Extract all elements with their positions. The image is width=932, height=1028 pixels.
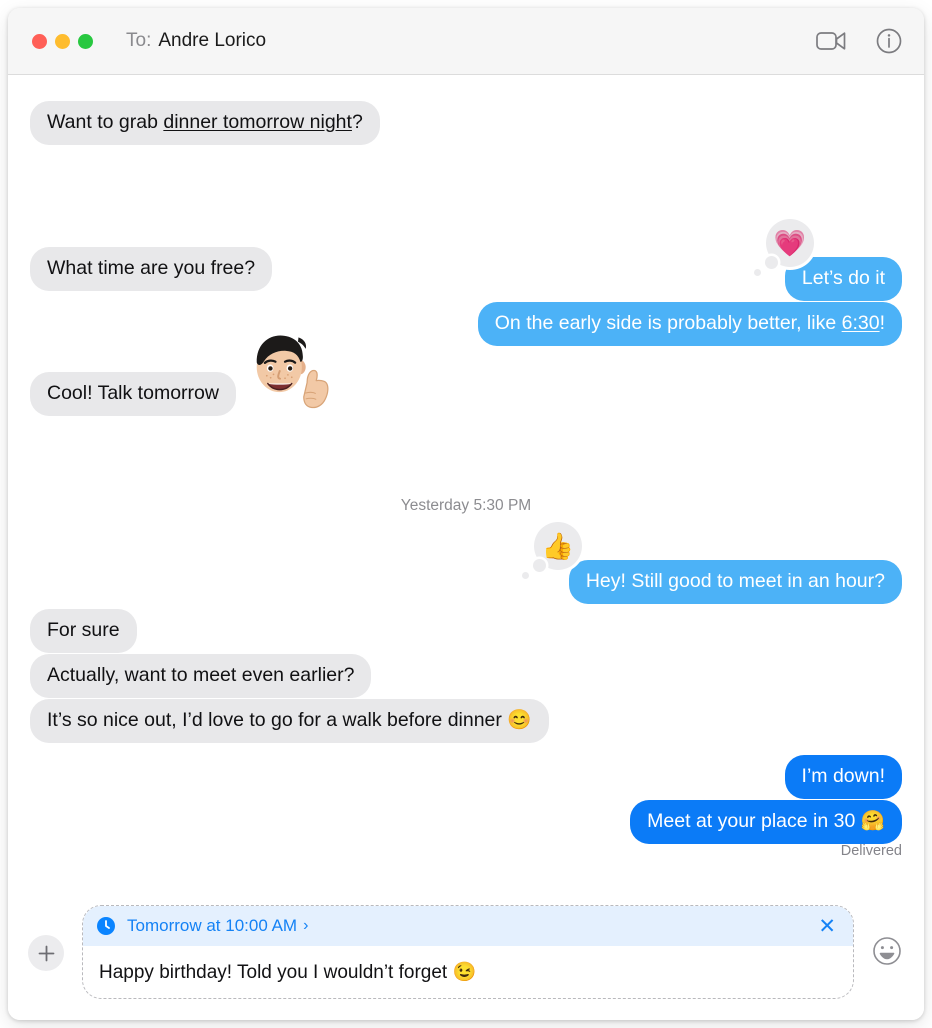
- tapback-dot-large: [765, 256, 778, 269]
- recipient-name: Andre Lorico: [158, 30, 267, 51]
- recipient-field[interactable]: To: Andre Lorico: [126, 30, 266, 52]
- title-bar: To: Andre Lorico: [8, 8, 924, 75]
- send-later-banner: Tomorrow at 10:00 AM › ✕: [83, 906, 853, 946]
- message-row: Want to grab dinner tomorrow night?: [30, 101, 380, 145]
- conversation-thread[interactable]: Want to grab dinner tomorrow night? 💗 Le…: [8, 75, 924, 892]
- message-bubble-outgoing[interactable]: On the early side is probably better, li…: [477, 302, 902, 346]
- message-bubble-incoming[interactable]: Cool! Talk tomorrow: [30, 372, 236, 416]
- thumbs-up-tapback[interactable]: 👍: [522, 522, 582, 579]
- video-camera-icon: [816, 32, 846, 50]
- message-text-part: Want to grab: [47, 111, 164, 133]
- message-link-dinner[interactable]: dinner tomorrow night: [163, 111, 352, 133]
- message-bubble-outgoing[interactable]: I’m down!: [784, 755, 902, 799]
- message-row: 👍 Hey! Still good to meet in an hour?: [522, 522, 902, 604]
- message-bubble-outgoing[interactable]: Let’s do it: [784, 257, 902, 301]
- plus-icon: [38, 945, 54, 961]
- window-controls: [32, 33, 93, 49]
- thumbs-up-emoji: 👍: [541, 531, 575, 561]
- message-row: Actually, want to meet even earlier?: [30, 654, 372, 698]
- emoji-picker-button[interactable]: [872, 936, 904, 971]
- scheduled-time-button[interactable]: Tomorrow at 10:00 AM ›: [127, 916, 308, 936]
- scheduled-time-label: Tomorrow at 10:00 AM: [127, 916, 298, 935]
- message-row: 💗 Let’s do it: [754, 219, 902, 301]
- cancel-schedule-button[interactable]: ✕: [815, 916, 839, 937]
- message-bubble-incoming[interactable]: What time are you free?: [30, 247, 273, 291]
- composer-area: Tomorrow at 10:00 AM › ✕ Happy birthday!…: [8, 892, 924, 1020]
- message-text-part: ?: [351, 111, 363, 133]
- message-bubble-incoming[interactable]: It’s so nice out, I’d love to go for a w…: [30, 699, 549, 743]
- chevron-right-icon: ›: [303, 917, 309, 934]
- message-bubble-outgoing[interactable]: Meet at your place in 30 🤗: [630, 800, 902, 844]
- message-bubble-incoming[interactable]: For sure: [30, 609, 137, 653]
- message-row: On the early side is probably better, li…: [477, 302, 902, 346]
- tapback-dot-small: [522, 572, 529, 579]
- minimize-window-button[interactable]: [55, 33, 70, 49]
- message-row: I’m down!: [784, 755, 902, 799]
- message-row: Cool! Talk tomorrow: [30, 335, 329, 416]
- title-bar-actions: [816, 28, 902, 54]
- message-bubble-incoming[interactable]: Want to grab dinner tomorrow night?: [30, 101, 380, 145]
- message-bubble-outgoing[interactable]: Hey! Still good to meet in an hour?: [568, 560, 902, 604]
- facetime-video-button[interactable]: [816, 30, 846, 52]
- messages-window: To: Andre Lorico Want to grab dinner tom…: [8, 8, 924, 1020]
- message-row: Meet at your place in 30 🤗: [630, 800, 902, 844]
- tapback-dot-large: [533, 559, 546, 572]
- info-circle-icon: [876, 28, 902, 54]
- memoji-thumbs-up-sticker[interactable]: [238, 323, 334, 419]
- message-composer[interactable]: Tomorrow at 10:00 AM › ✕ Happy birthday!…: [82, 905, 854, 999]
- message-text-part: On the early side is probably better, li…: [494, 312, 842, 334]
- message-row: For sure: [30, 609, 137, 653]
- maximize-window-button[interactable]: [78, 33, 93, 49]
- heart-emoji: 💗: [773, 228, 807, 258]
- message-input[interactable]: Happy birthday! Told you I wouldn’t forg…: [83, 946, 853, 998]
- heart-tapback[interactable]: 💗: [754, 219, 814, 276]
- message-row: What time are you free?: [30, 247, 273, 291]
- add-attachment-button[interactable]: [28, 935, 64, 971]
- timestamp-divider: Yesterday 5:30 PM: [400, 497, 532, 514]
- conversation-details-button[interactable]: [876, 28, 902, 54]
- clock-icon: [97, 917, 115, 935]
- message-bubble-incoming[interactable]: Actually, want to meet even earlier?: [30, 654, 372, 698]
- close-window-button[interactable]: [32, 33, 47, 49]
- message-text-part: !: [879, 312, 885, 334]
- message-link-time[interactable]: 6:30: [842, 312, 880, 334]
- message-row: It’s so nice out, I’d love to go for a w…: [30, 699, 549, 743]
- to-label: To:: [126, 30, 152, 51]
- smiley-face-icon: [873, 936, 901, 965]
- delivery-status: Delivered: [840, 843, 902, 859]
- tapback-dot-small: [754, 269, 761, 276]
